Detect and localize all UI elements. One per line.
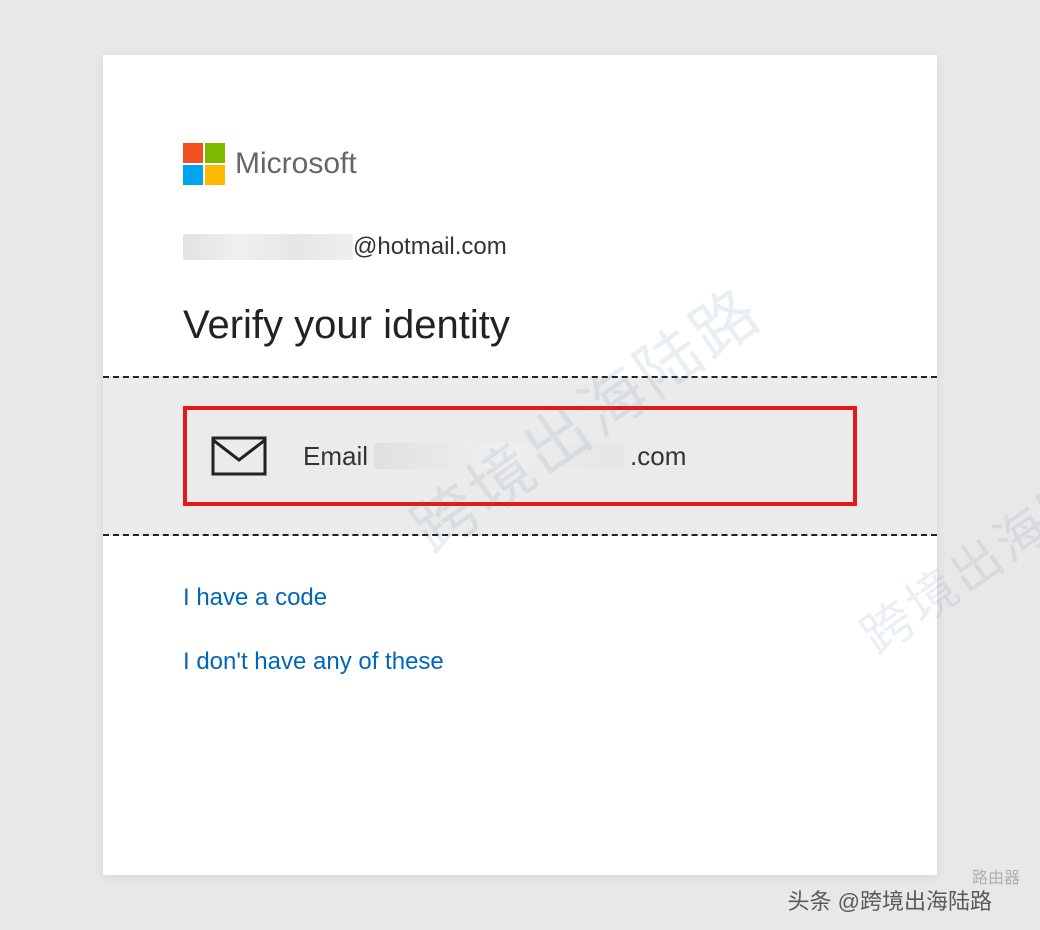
page-title: Verify your identity [183, 303, 857, 348]
microsoft-logo: Microsoft [183, 143, 857, 185]
email-option-suffix: .com [630, 441, 686, 472]
account-identifier: @hotmail.com [183, 233, 857, 261]
have-code-link[interactable]: I have a code [183, 584, 327, 612]
no-options-link[interactable]: I don't have any of these [183, 648, 444, 676]
email-verification-option[interactable]: Email .com [183, 406, 857, 506]
email-option-redacted [374, 443, 624, 469]
email-option-prefix: Email [303, 441, 368, 472]
microsoft-logo-text: Microsoft [235, 147, 357, 181]
mail-icon [211, 436, 267, 476]
auth-card: Microsoft @hotmail.com Verify your ident… [103, 55, 937, 875]
email-option-text: Email .com [303, 441, 686, 472]
account-domain: @hotmail.com [353, 233, 507, 261]
attribution-text: 头条 @跨境出海陆路 [788, 884, 992, 916]
links-section: I have a code I don't have any of these [103, 536, 937, 676]
microsoft-logo-icon [183, 143, 225, 185]
header-section: Microsoft @hotmail.com Verify your ident… [103, 55, 937, 348]
verification-option-band: Email .com [103, 376, 937, 536]
account-redacted-prefix [183, 234, 353, 260]
